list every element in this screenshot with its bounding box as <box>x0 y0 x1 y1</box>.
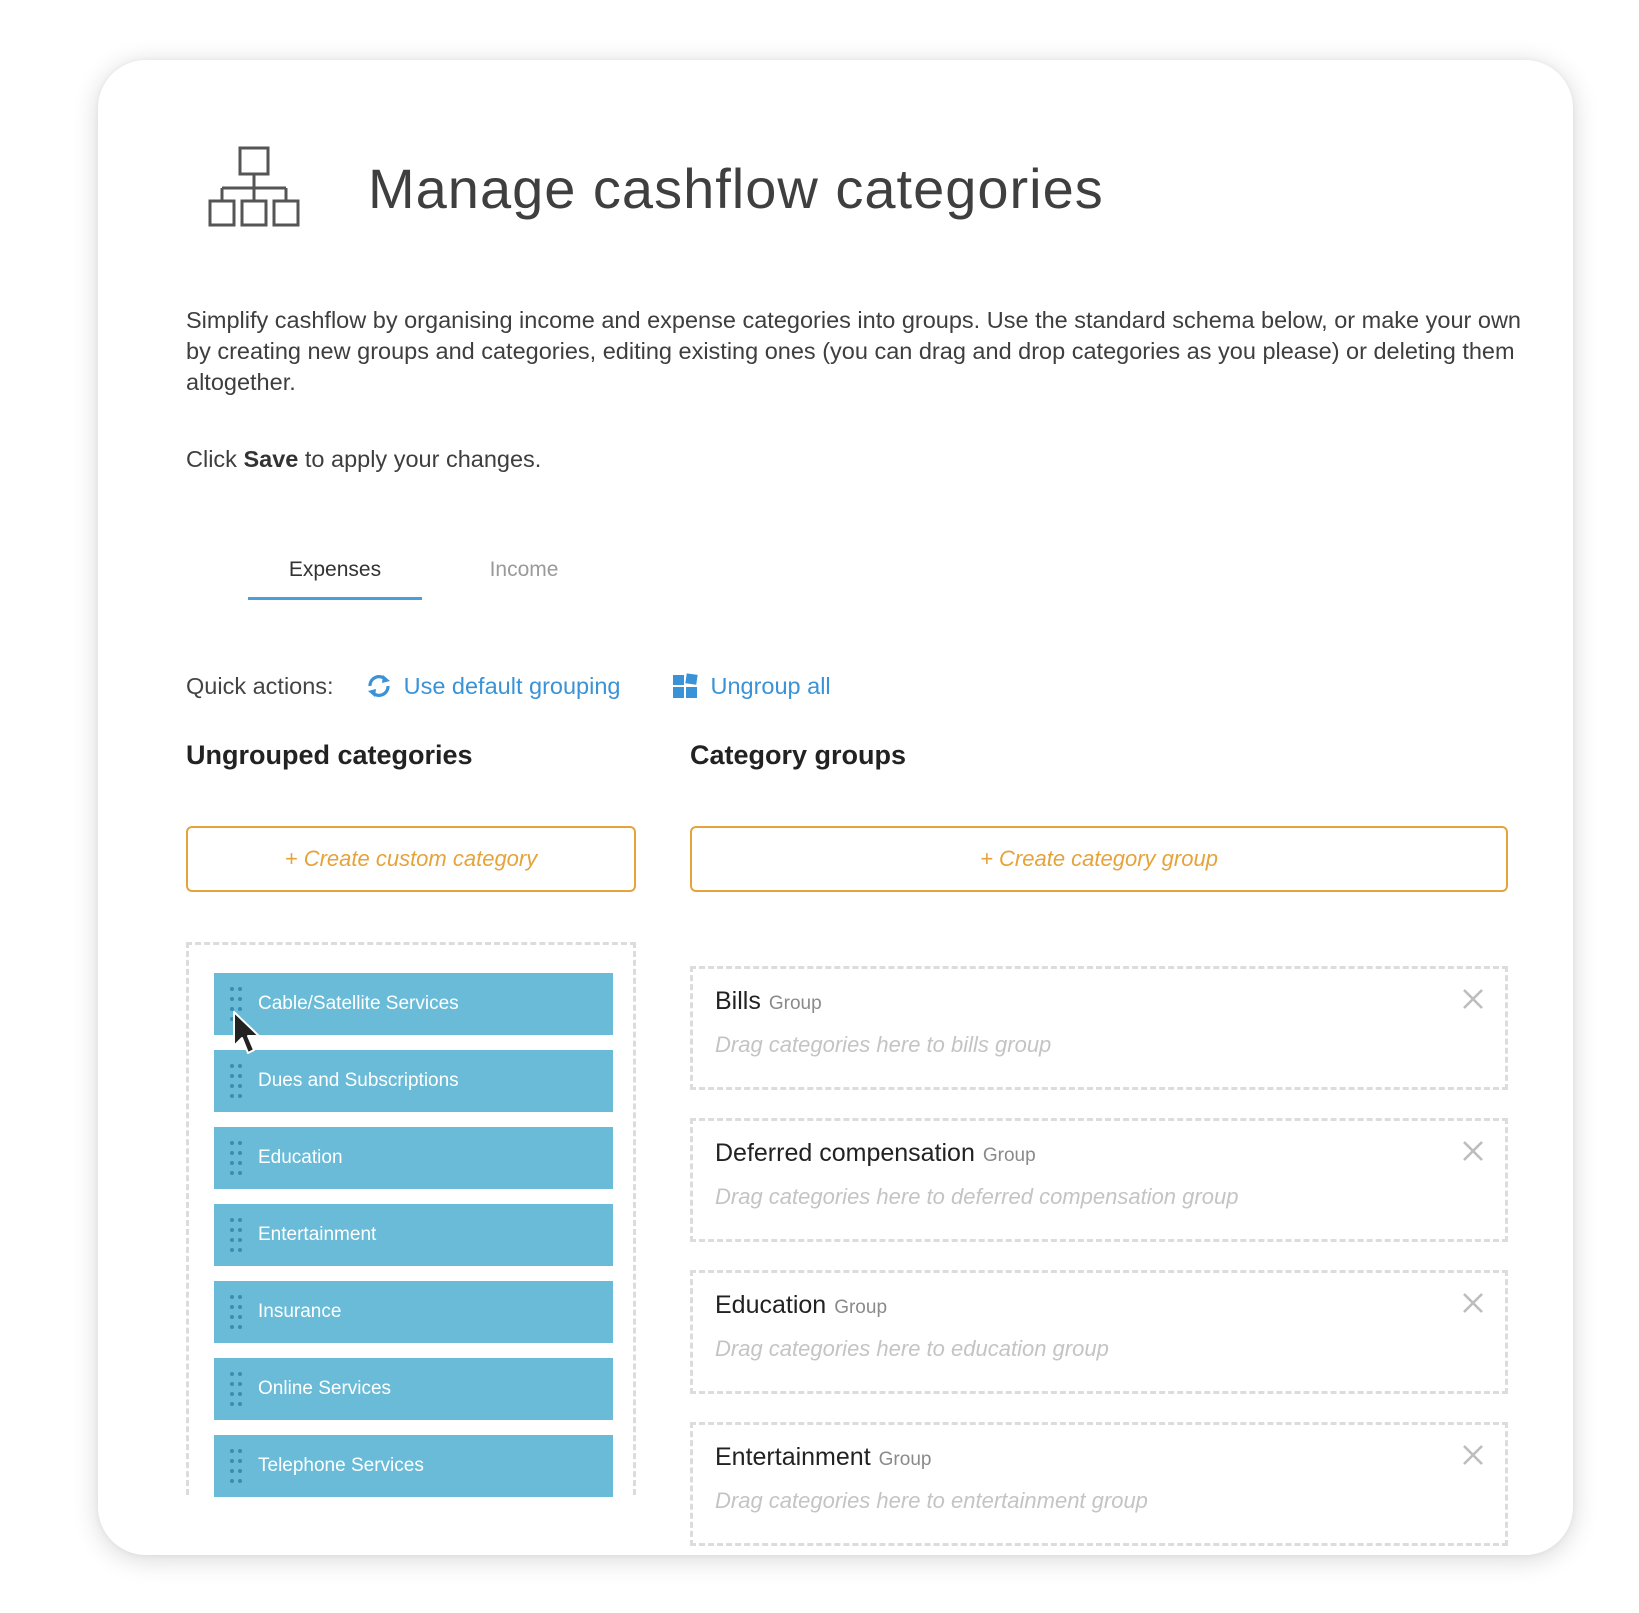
category-group[interactable]: Entertainment Group Drag categories here… <box>690 1422 1508 1546</box>
refresh-icon <box>367 675 390 697</box>
group-header: Deferred compensation Group <box>715 1139 1036 1168</box>
group-name[interactable]: Deferred compensation <box>715 1139 975 1168</box>
close-icon[interactable] <box>1461 987 1485 1011</box>
drag-handle-icon[interactable] <box>214 1281 258 1343</box>
group-tag: Group <box>878 1449 932 1470</box>
drag-handle-icon[interactable] <box>214 1204 258 1266</box>
save-hint-keyword: Save <box>243 446 299 472</box>
group-header: Education Group <box>715 1291 887 1320</box>
mouse-pointer-icon <box>233 1011 260 1054</box>
quick-actions-label: Quick actions: <box>186 672 334 699</box>
intro-text: Simplify cashflow by organising income a… <box>186 307 1521 395</box>
group-header: Bills Group <box>715 987 822 1016</box>
group-drop-hint: Drag categories here to entertainment gr… <box>715 1488 1148 1513</box>
type-tabs: Expenses Income <box>248 550 611 600</box>
save-hint: Click Save to apply your changes. <box>186 446 541 473</box>
group-name[interactable]: Bills <box>715 987 761 1016</box>
tab-income[interactable]: Income <box>437 550 611 600</box>
create-category-group-button[interactable]: + Create category group <box>690 826 1508 892</box>
category-item[interactable]: Insurance <box>214 1281 613 1343</box>
quick-actions: Quick actions: Use default grouping Ungr… <box>186 668 831 704</box>
use-default-grouping-link[interactable]: Use default grouping <box>366 672 621 700</box>
category-label: Online Services <box>258 1378 392 1399</box>
ungroup-all-label: Ungroup all <box>710 672 831 699</box>
save-hint-suffix: to apply your changes. <box>298 446 542 472</box>
grid-icon <box>673 673 699 698</box>
ungroup-all-link[interactable]: Ungroup all <box>672 672 831 700</box>
save-hint-prefix: Click <box>186 446 244 472</box>
group-drop-hint: Drag categories here to education group <box>715 1336 1109 1361</box>
ungrouped-category-list: Cable/Satellite Services Dues and Subscr… <box>214 973 613 1512</box>
category-item[interactable]: Online Services <box>214 1358 613 1420</box>
ungrouped-categories-title: Ungrouped categories <box>186 740 473 770</box>
category-label: Entertainment <box>258 1224 377 1245</box>
drag-handle-icon[interactable] <box>214 1435 258 1497</box>
group-tag: Group <box>768 993 822 1014</box>
category-group[interactable]: Bills Group Drag categories here to bill… <box>690 966 1508 1090</box>
page-title: Manage cashflow categories <box>368 156 1104 220</box>
category-group[interactable]: Deferred compensation Group Drag categor… <box>690 1118 1508 1242</box>
group-drop-hint: Drag categories here to deferred compens… <box>715 1184 1239 1209</box>
group-name[interactable]: Entertainment <box>715 1443 871 1472</box>
category-label: Telephone Services <box>258 1455 424 1476</box>
page-header: Manage cashflow categories <box>208 138 1104 238</box>
group-drop-hint: Drag categories here to bills group <box>715 1032 1052 1057</box>
drag-handle-icon[interactable] <box>214 1358 258 1420</box>
category-label: Dues and Subscriptions <box>258 1070 459 1091</box>
create-custom-category-button[interactable]: + Create custom category <box>186 826 636 892</box>
group-tag: Group <box>982 1145 1036 1166</box>
group-header: Entertainment Group <box>715 1443 931 1472</box>
category-item[interactable]: Telephone Services <box>214 1435 613 1497</box>
tab-expenses[interactable]: Expenses <box>248 550 422 600</box>
category-item[interactable]: Dues and Subscriptions <box>214 1050 613 1112</box>
group-tag: Group <box>834 1297 888 1318</box>
close-icon[interactable] <box>1461 1139 1485 1163</box>
category-label: Insurance <box>258 1301 342 1322</box>
category-label: Cable/Satellite Services <box>258 993 459 1014</box>
category-item[interactable]: Cable/Satellite Services <box>214 973 613 1035</box>
use-default-grouping-label: Use default grouping <box>403 672 621 699</box>
drag-handle-icon[interactable] <box>214 1127 258 1189</box>
close-icon[interactable] <box>1461 1443 1485 1467</box>
category-group[interactable]: Education Group Drag categories here to … <box>690 1270 1508 1394</box>
category-item[interactable]: Entertainment <box>214 1204 613 1266</box>
close-icon[interactable] <box>1461 1291 1485 1315</box>
category-groups-list: Bills Group Drag categories here to bill… <box>690 966 1508 1574</box>
manage-categories-card: Manage cashflow categories Simplify cash… <box>98 60 1573 1555</box>
hierarchy-icon <box>208 146 300 227</box>
group-name[interactable]: Education <box>715 1291 826 1320</box>
category-label: Education <box>258 1147 343 1168</box>
drag-handle-icon[interactable] <box>214 1050 258 1112</box>
category-groups-title: Category groups <box>690 740 907 770</box>
category-item[interactable]: Education <box>214 1127 613 1189</box>
